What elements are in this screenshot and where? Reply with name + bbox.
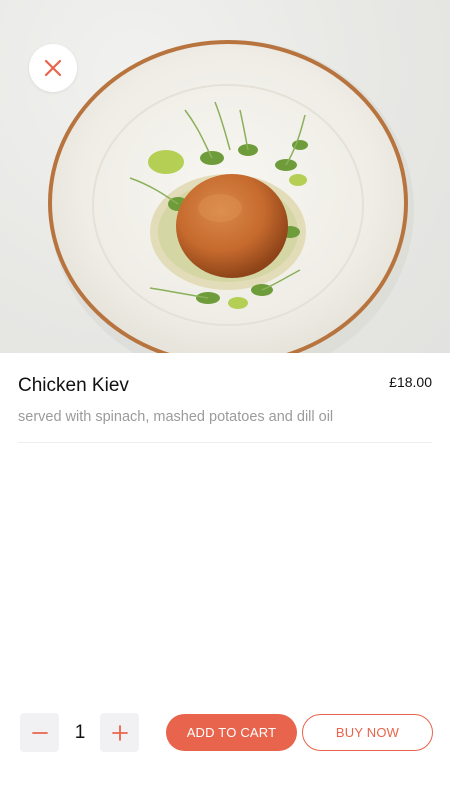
close-icon [44,59,62,77]
increase-quantity-button[interactable] [100,713,139,752]
quantity-value: 1 [74,722,86,743]
minus-icon [31,731,48,734]
add-to-cart-button[interactable]: ADD TO CART [166,714,297,751]
decrease-quantity-button[interactable] [20,713,59,752]
purchase-bar: 1 ADD TO CART BUY NOW [0,712,450,754]
product-description: served with spinach, mashed potatoes and… [18,409,334,425]
buy-now-button[interactable]: BUY NOW [302,714,433,751]
plus-icon [111,724,128,741]
product-image [0,0,450,353]
close-button[interactable] [29,44,77,92]
product-title: Chicken Kiev [18,375,129,396]
product-price: £18.00 [389,374,432,390]
divider [18,442,432,443]
